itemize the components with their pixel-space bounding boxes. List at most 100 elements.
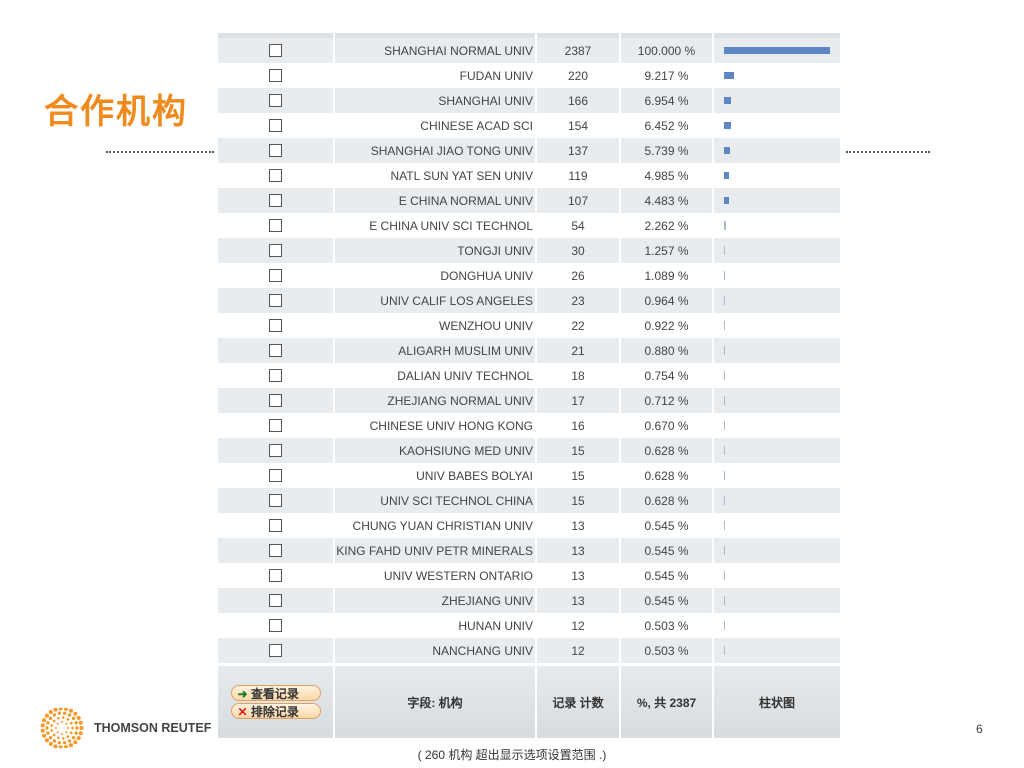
bar-cell (714, 438, 840, 463)
view-records-button[interactable]: ➜ 查看记录 (230, 685, 321, 701)
row-checkbox[interactable] (269, 469, 282, 482)
table-row: NATL SUN YAT SEN UNIV 119 4.985 % (218, 163, 840, 188)
institution-name: CHUNG YUAN CHRISTIAN UNIV (335, 513, 535, 538)
record-count: 23 (537, 288, 619, 313)
record-count: 54 (537, 213, 619, 238)
bar-cell (714, 88, 840, 113)
bar-cell (714, 563, 840, 588)
table-row: KING FAHD UNIV PETR MINERALS 13 0.545 % (218, 538, 840, 563)
bar-cell (714, 63, 840, 88)
row-checkbox[interactable] (269, 319, 282, 332)
table-row: ALIGARH MUSLIM UNIV 21 0.880 % (218, 338, 840, 363)
table-row: KAOHSIUNG MED UNIV 15 0.628 % (218, 438, 840, 463)
percent-header: %, 共 2387 (621, 666, 712, 738)
row-checkbox[interactable] (269, 169, 282, 182)
row-checkbox[interactable] (269, 544, 282, 557)
row-select (218, 163, 333, 188)
institution-name: ALIGARH MUSLIM UNIV (335, 338, 535, 363)
divider-right (846, 151, 930, 153)
institution-name: ZHEJIANG UNIV (335, 588, 535, 613)
record-count: 12 (537, 638, 619, 663)
row-checkbox[interactable] (269, 344, 282, 357)
record-count: 12 (537, 613, 619, 638)
record-count: 18 (537, 363, 619, 388)
bar-cell (714, 113, 840, 138)
bar-cell (714, 163, 840, 188)
row-checkbox[interactable] (269, 394, 282, 407)
row-select (218, 213, 333, 238)
row-select (218, 138, 333, 163)
institution-name: HUNAN UNIV (335, 613, 535, 638)
row-checkbox[interactable] (269, 219, 282, 232)
bar-cell (714, 513, 840, 538)
percentage: 0.503 % (621, 613, 712, 638)
record-count: 2387 (537, 38, 619, 63)
row-select (218, 488, 333, 513)
table-row: UNIV SCI TECHNOL CHINA 15 0.628 % (218, 488, 840, 513)
institution-name: E CHINA NORMAL UNIV (335, 188, 535, 213)
record-count: 220 (537, 63, 619, 88)
institution-name: TONGJI UNIV (335, 238, 535, 263)
divider-left (106, 151, 214, 153)
row-select (218, 613, 333, 638)
percentage: 2.262 % (621, 213, 712, 238)
percentage: 0.754 % (621, 363, 712, 388)
row-checkbox[interactable] (269, 619, 282, 632)
record-count: 137 (537, 138, 619, 163)
table-row: CHINESE UNIV HONG KONG 16 0.670 % (218, 413, 840, 438)
row-checkbox[interactable] (269, 419, 282, 432)
row-checkbox[interactable] (269, 519, 282, 532)
row-checkbox[interactable] (269, 594, 282, 607)
row-checkbox[interactable] (269, 269, 282, 282)
row-select (218, 563, 333, 588)
record-count: 13 (537, 563, 619, 588)
bar (724, 521, 725, 530)
row-checkbox[interactable] (269, 294, 282, 307)
row-select (218, 263, 333, 288)
institution-name: UNIV BABES BOLYAI (335, 463, 535, 488)
row-checkbox[interactable] (269, 569, 282, 582)
bar (724, 471, 725, 480)
row-select (218, 63, 333, 88)
row-checkbox[interactable] (269, 444, 282, 457)
percentage: 9.217 % (621, 63, 712, 88)
bar (724, 371, 725, 380)
bar (724, 97, 731, 104)
bar (724, 147, 730, 154)
row-checkbox[interactable] (269, 494, 282, 507)
percentage: 0.628 % (621, 488, 712, 513)
bar (724, 571, 725, 580)
bar (724, 72, 734, 79)
row-checkbox[interactable] (269, 119, 282, 132)
row-select (218, 38, 333, 63)
percentage: 0.712 % (621, 388, 712, 413)
row-checkbox[interactable] (269, 194, 282, 207)
row-checkbox[interactable] (269, 644, 282, 657)
bar (724, 596, 725, 605)
percentage: 100.000 % (621, 38, 712, 63)
institution-name: SHANGHAI JIAO TONG UNIV (335, 138, 535, 163)
row-select (218, 238, 333, 263)
row-checkbox[interactable] (269, 369, 282, 382)
percentage: 0.545 % (621, 563, 712, 588)
bar (724, 296, 725, 305)
row-checkbox[interactable] (269, 44, 282, 57)
thomson-reuters-logo: THOMSON REUTEF (40, 708, 211, 748)
institution-name: SHANGHAI NORMAL UNIV (335, 38, 535, 63)
row-checkbox[interactable] (269, 94, 282, 107)
percentage: 5.739 % (621, 138, 712, 163)
row-checkbox[interactable] (269, 144, 282, 157)
record-count: 119 (537, 163, 619, 188)
bar-cell (714, 463, 840, 488)
bar-cell (714, 638, 840, 663)
bar (724, 246, 725, 255)
bar-cell (714, 538, 840, 563)
percentage: 4.985 % (621, 163, 712, 188)
institution-name: UNIV SCI TECHNOL CHINA (335, 488, 535, 513)
record-count: 166 (537, 88, 619, 113)
row-checkbox[interactable] (269, 244, 282, 257)
table-row: TONGJI UNIV 30 1.257 % (218, 238, 840, 263)
bar-cell (714, 238, 840, 263)
exclude-records-button[interactable]: ✕ 排除记录 (230, 703, 321, 719)
row-checkbox[interactable] (269, 69, 282, 82)
